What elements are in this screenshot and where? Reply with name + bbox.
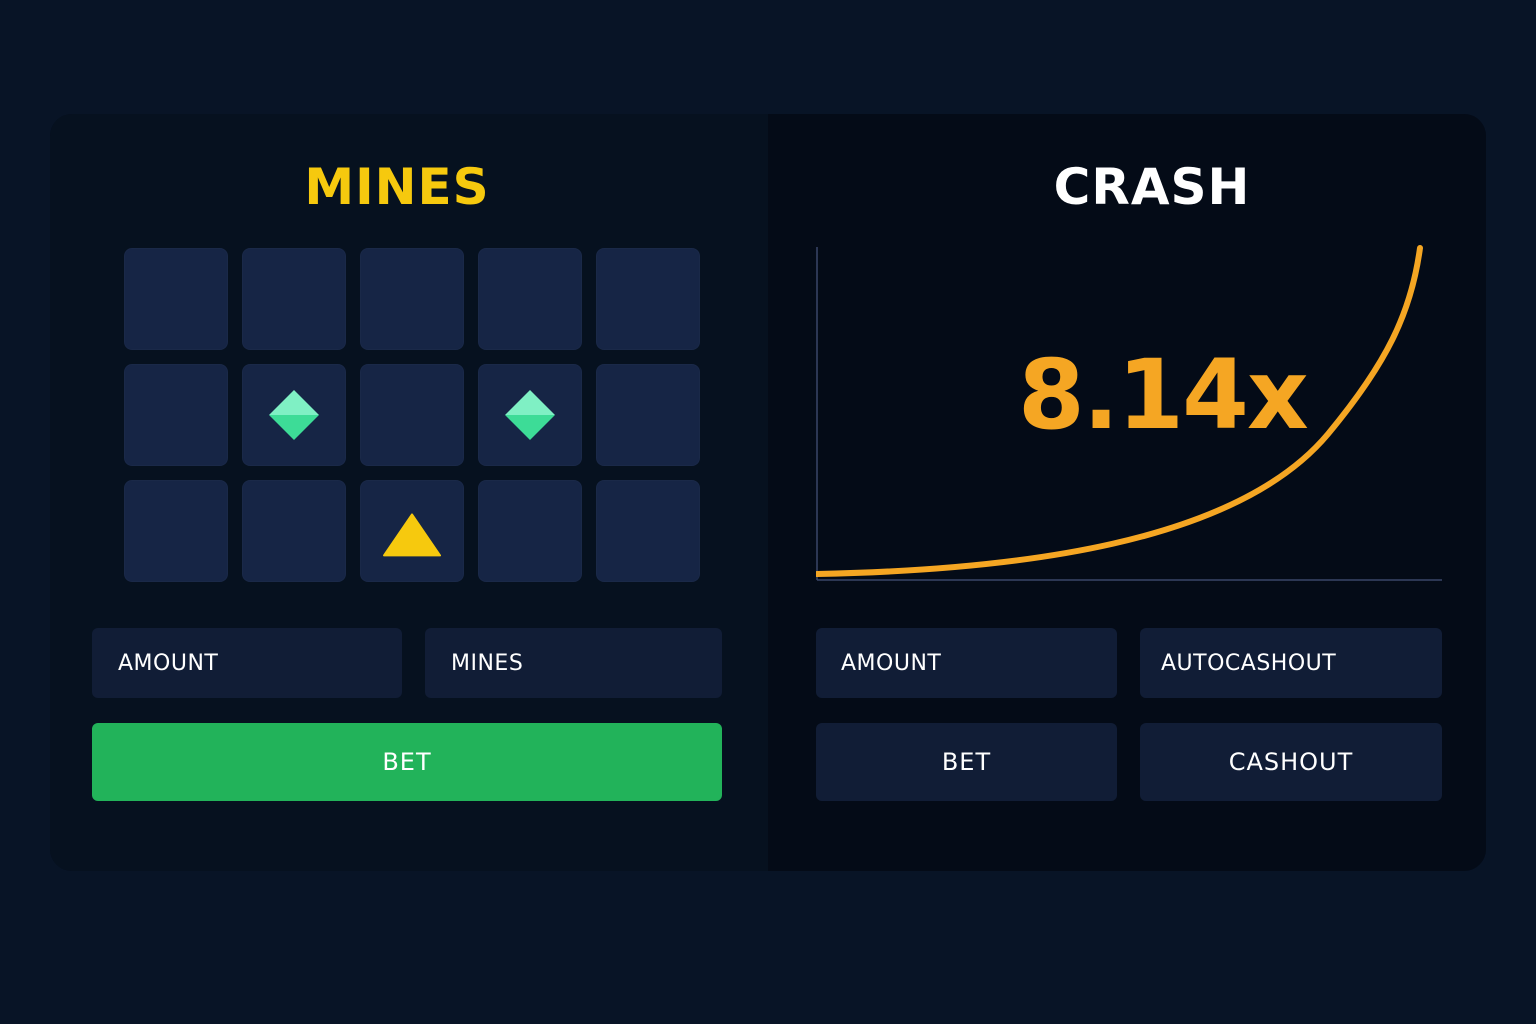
mines-grid <box>124 248 700 582</box>
games-container: MINES AMOUNT MINES BET CRASH 8.14x AMOUN… <box>50 114 1486 871</box>
crash-bet-button[interactable]: BET <box>816 723 1117 801</box>
mines-tile[interactable] <box>360 480 464 582</box>
mines-amount-input[interactable]: AMOUNT <box>92 628 402 698</box>
mines-tile[interactable] <box>242 364 346 466</box>
gem-icon <box>505 390 555 440</box>
mines-tile[interactable] <box>124 364 228 466</box>
crash-cashout-button[interactable]: CASHOUT <box>1140 723 1442 801</box>
mines-tile[interactable] <box>596 480 700 582</box>
crash-title: CRASH <box>1053 158 1251 216</box>
mines-tile[interactable] <box>242 480 346 582</box>
mines-tile[interactable] <box>596 248 700 350</box>
mines-panel: MINES AMOUNT MINES BET <box>50 114 768 871</box>
crash-amount-input[interactable]: AMOUNT <box>816 628 1117 698</box>
mines-title: MINES <box>304 158 490 216</box>
mines-tile[interactable] <box>360 248 464 350</box>
gem-icon <box>269 390 319 440</box>
mines-tile[interactable] <box>124 480 228 582</box>
mines-tile[interactable] <box>596 364 700 466</box>
mines-tile[interactable] <box>124 248 228 350</box>
mine-icon <box>383 513 441 557</box>
mines-count-input[interactable]: MINES <box>425 628 722 698</box>
mines-tile[interactable] <box>478 364 582 466</box>
mines-tile[interactable] <box>478 480 582 582</box>
crash-autocashout-input[interactable]: AUTOCASHOUT <box>1140 628 1442 698</box>
mines-tile[interactable] <box>242 248 346 350</box>
crash-panel: CRASH 8.14x AMOUNT AUTOCASHOUT BET CASHO… <box>768 114 1486 871</box>
crash-multiplier: 8.14x <box>1018 339 1309 451</box>
mines-bet-button[interactable]: BET <box>92 723 722 801</box>
mines-tile[interactable] <box>478 248 582 350</box>
mines-tile[interactable] <box>360 364 464 466</box>
